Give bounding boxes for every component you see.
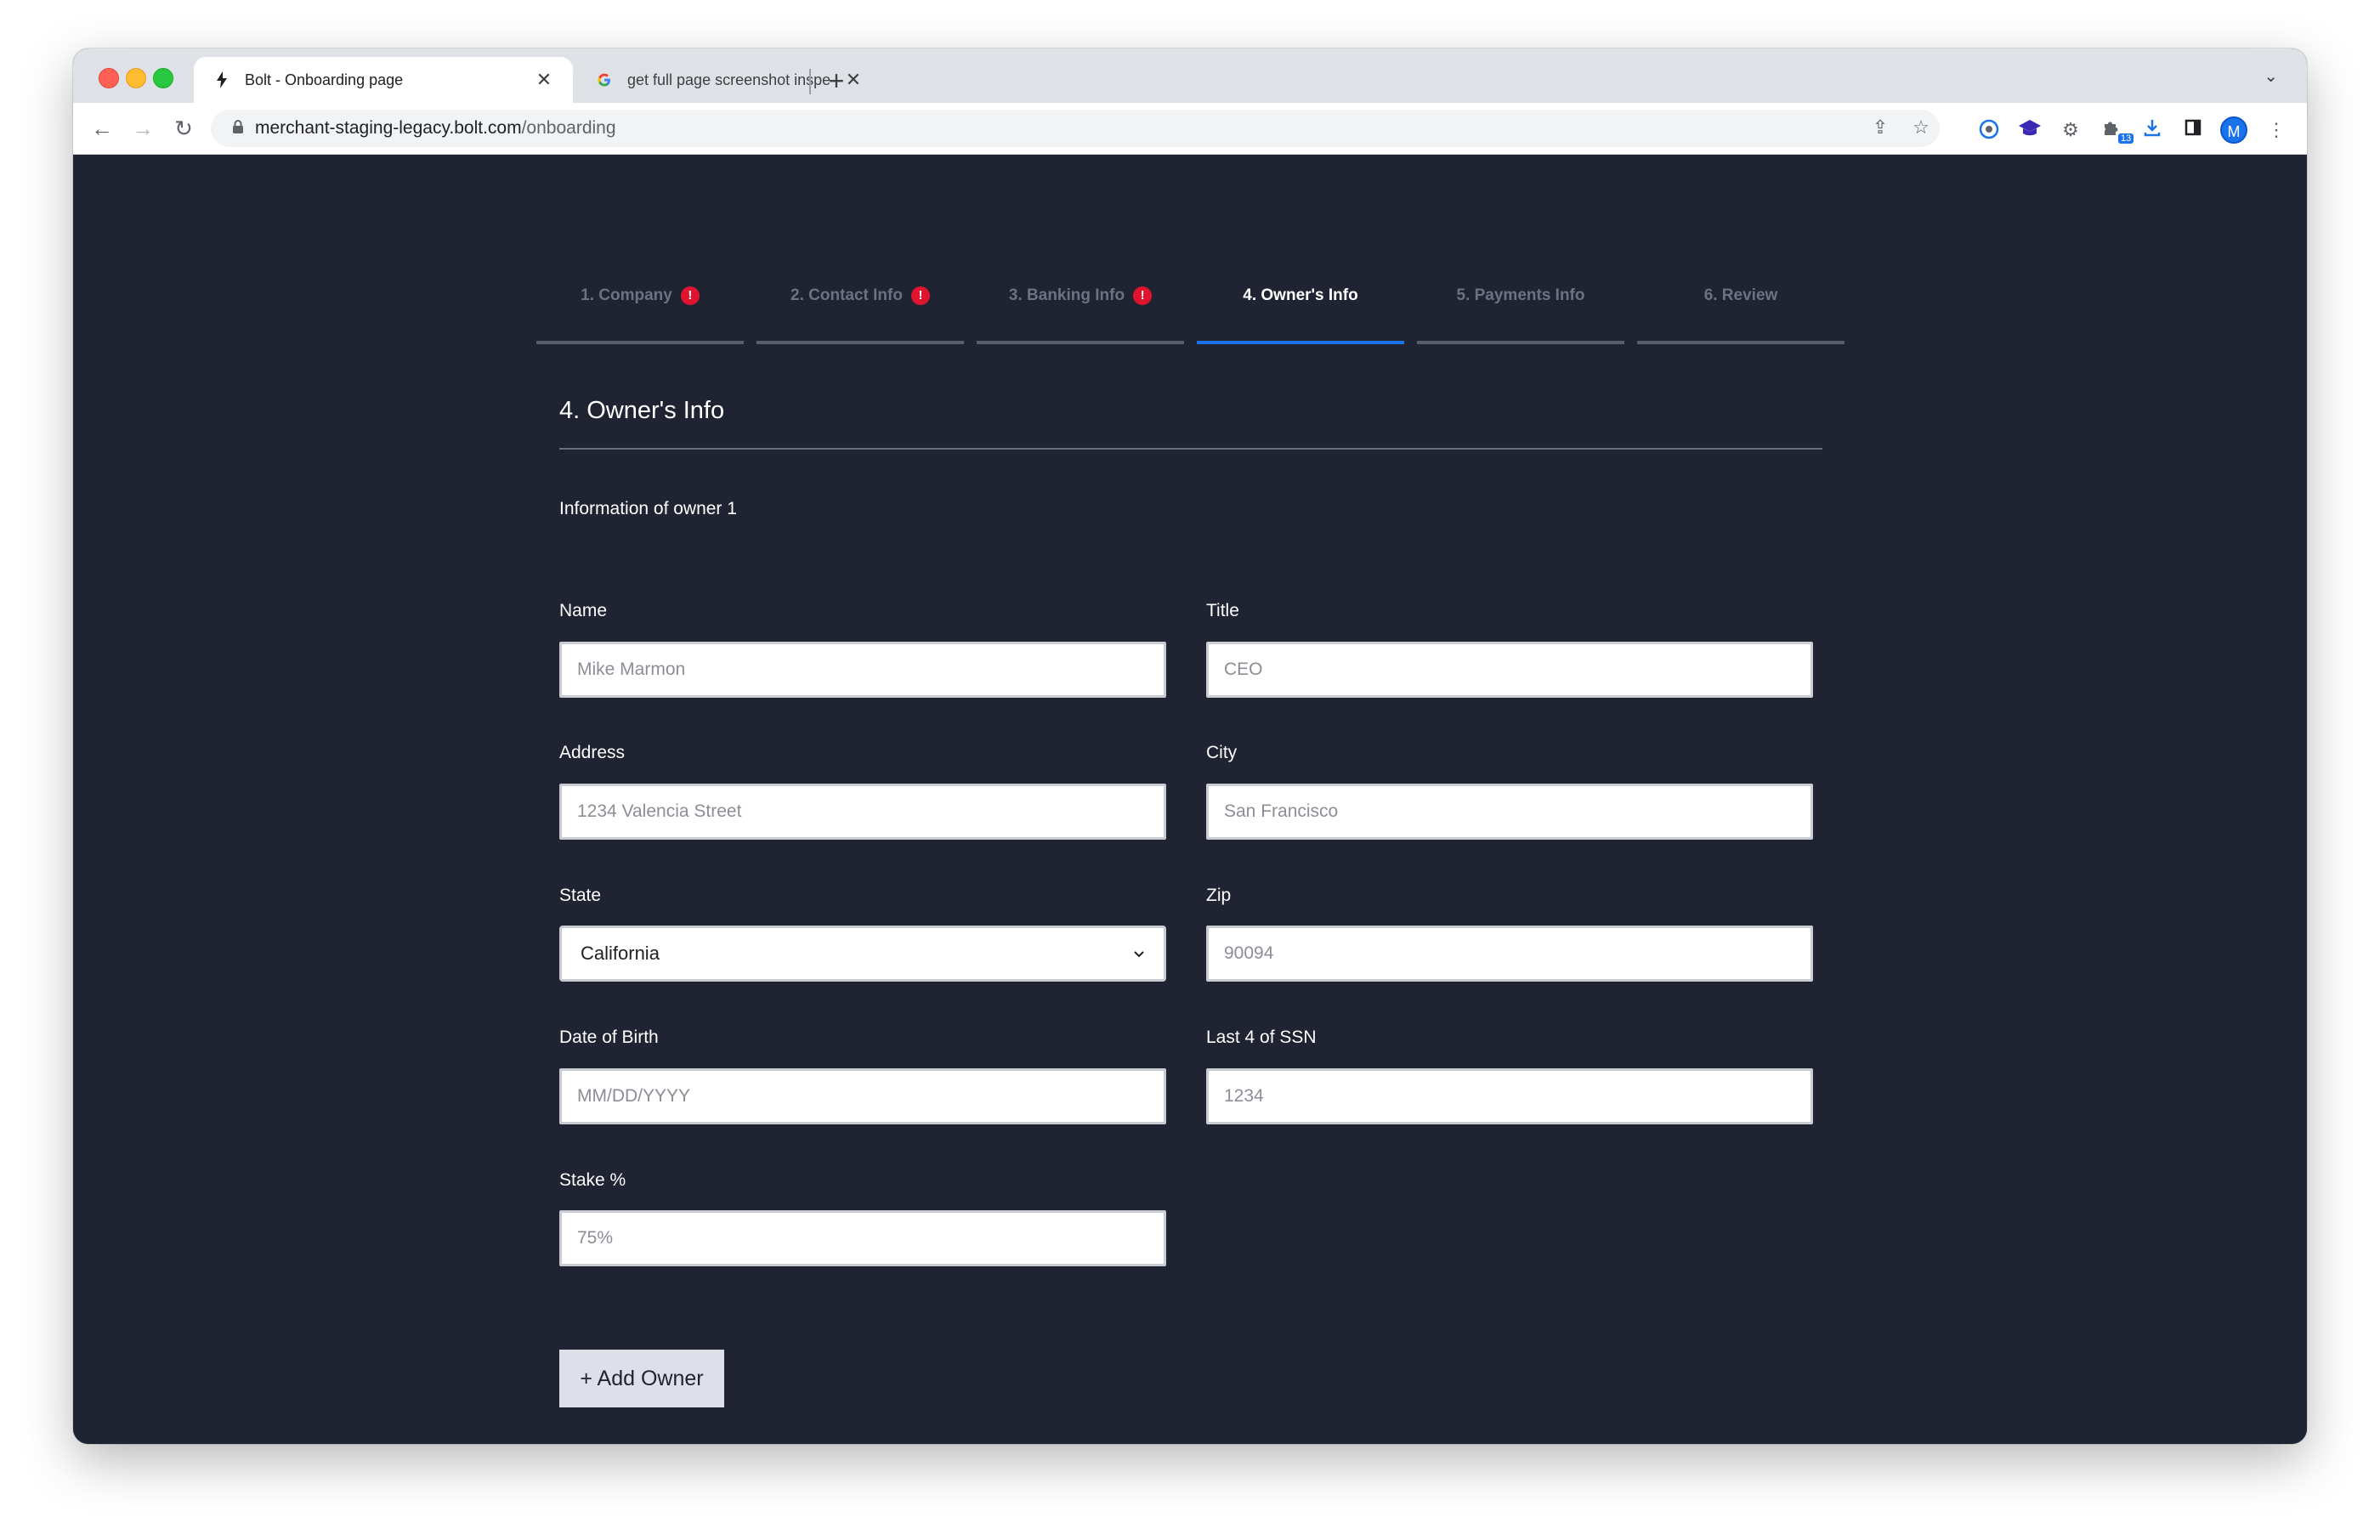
warning-icon: !: [680, 286, 700, 305]
forward-arrow-icon[interactable]: →: [126, 111, 160, 145]
address-input[interactable]: [559, 784, 1166, 840]
profile-avatar[interactable]: M: [2220, 116, 2247, 144]
gear-extension-icon[interactable]: ⚙: [2059, 118, 2082, 142]
url-text: merchant-staging-legacy.bolt.com/onboard…: [255, 118, 616, 138]
add-owner-button[interactable]: + Add Owner: [559, 1350, 724, 1407]
tab-strip: Bolt - Onboarding page ✕ get full page s…: [73, 48, 2307, 103]
new-tab-button[interactable]: +: [819, 64, 853, 98]
tab-bolt-onboarding[interactable]: Bolt - Onboarding page ✕: [194, 57, 573, 103]
maximize-window-button[interactable]: [153, 68, 173, 88]
step-bar: [1637, 341, 1844, 344]
lock-icon: [221, 119, 255, 139]
address-label: Address: [559, 743, 626, 762]
bookmark-star-icon[interactable]: ☆: [1909, 116, 1933, 139]
close-tab-icon[interactable]: ✕: [534, 69, 554, 91]
owner-subheading: Information of owner 1: [559, 499, 737, 518]
zip-input[interactable]: [1206, 926, 1813, 982]
step-label: 6. Review: [1703, 286, 1778, 304]
step-bar: [1197, 341, 1404, 344]
warning-icon: !: [910, 286, 930, 305]
kebab-menu-icon[interactable]: ⋮: [2264, 118, 2288, 142]
bolt-icon: [212, 71, 231, 89]
step-label: 3. Banking Info!: [977, 286, 1184, 305]
step-owners-info[interactable]: 4. Owner's Info: [1197, 268, 1404, 344]
step-bar: [756, 341, 964, 344]
city-input[interactable]: [1206, 784, 1813, 840]
step-contact-info[interactable]: 2. Contact Info!: [756, 268, 964, 344]
section-divider: [559, 448, 1822, 450]
ssn-input[interactable]: [1206, 1068, 1813, 1124]
browser-toolbar: ← → ↻ merchant-staging-legacy.bolt.com/o…: [73, 103, 2307, 155]
tab-separator: [809, 69, 811, 94]
step-payments-info[interactable]: 5. Payments Info: [1417, 268, 1624, 344]
section-title: 4. Owner's Info: [559, 397, 725, 424]
google-icon: [595, 71, 614, 89]
zip-label: Zip: [1206, 886, 1232, 905]
tab-title: Bolt - Onboarding page: [245, 71, 404, 88]
password-manager-icon[interactable]: [1977, 118, 2001, 142]
state-select[interactable]: California: [559, 926, 1166, 982]
step-company[interactable]: 1. Company!: [536, 268, 744, 344]
stake-label: Stake %: [559, 1170, 626, 1190]
step-bar: [977, 341, 1184, 344]
name-label: Name: [559, 601, 608, 620]
tab-search-chevron-icon[interactable]: ⌄: [2264, 65, 2278, 87]
warning-icon: !: [1133, 286, 1153, 305]
dob-label: Date of Birth: [559, 1028, 659, 1047]
step-label: 5. Payments Info: [1456, 286, 1585, 304]
onboarding-page: 1. Company! 2. Contact Info! 3. Banking …: [73, 155, 2307, 1444]
reload-icon[interactable]: ↻: [167, 111, 201, 145]
step-label: 4. Owner's Info: [1243, 286, 1358, 304]
graduation-cap-extension-icon[interactable]: [2018, 118, 2042, 142]
step-label: 1. Company!: [536, 286, 744, 305]
address-bar[interactable]: merchant-staging-legacy.bolt.com/onboard…: [211, 110, 1940, 147]
download-icon[interactable]: [2140, 118, 2164, 142]
dob-input[interactable]: [559, 1068, 1166, 1124]
title-label: Title: [1206, 601, 1239, 620]
name-input[interactable]: [559, 642, 1166, 698]
minimize-window-button[interactable]: [126, 68, 146, 88]
share-icon[interactable]: ⇪: [1868, 116, 1892, 139]
city-label: City: [1206, 743, 1238, 762]
step-review[interactable]: 6. Review: [1637, 268, 1844, 344]
title-input[interactable]: [1206, 642, 1813, 698]
browser-window: Bolt - Onboarding page ✕ get full page s…: [73, 48, 2307, 1444]
back-arrow-icon[interactable]: ←: [85, 111, 119, 145]
side-panel-icon[interactable]: [2181, 118, 2205, 142]
step-bar: [1417, 341, 1624, 344]
ssn-label: Last 4 of SSN: [1206, 1028, 1317, 1047]
step-label: 2. Contact Info!: [756, 286, 964, 305]
puzzle-extensions-icon[interactable]: [2100, 118, 2123, 142]
step-bar: [536, 341, 744, 344]
step-banking-info[interactable]: 3. Banking Info!: [977, 268, 1184, 344]
state-label: State: [559, 886, 602, 905]
stake-input[interactable]: [559, 1210, 1166, 1266]
close-window-button[interactable]: [99, 68, 119, 88]
state-selected-value: California: [581, 943, 660, 964]
chevron-down-icon: [1133, 945, 1145, 963]
